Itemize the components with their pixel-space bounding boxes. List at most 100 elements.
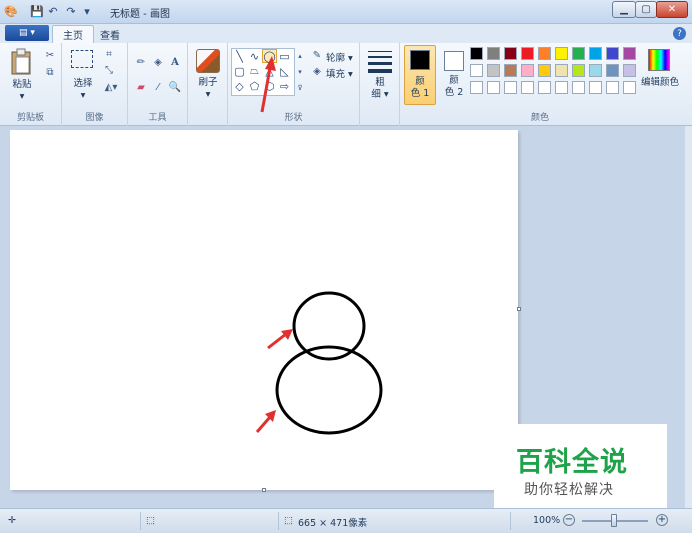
size-button[interactable]: 粗 细 ▾ (366, 47, 394, 103)
eraser-icon[interactable]: ▰ (134, 80, 148, 94)
palette-swatch[interactable] (487, 47, 500, 60)
palette-swatch[interactable] (572, 64, 585, 77)
save-icon[interactable]: 💾 (30, 4, 44, 18)
palette-swatch[interactable] (572, 81, 585, 94)
undo-icon[interactable]: ↶ (46, 4, 60, 18)
fill-bucket-icon[interactable]: ◈ (151, 55, 165, 69)
palette-swatch[interactable] (623, 81, 636, 94)
palette-swatch[interactable] (504, 47, 517, 60)
help-icon[interactable]: ? (673, 27, 686, 40)
palette-swatch[interactable] (555, 47, 568, 60)
paint-app-icon[interactable]: 🎨 (4, 4, 18, 18)
palette-swatch[interactable] (470, 47, 483, 60)
diamond-shape-icon[interactable]: ◇ (232, 79, 247, 93)
brushes-dropdown-icon[interactable]: ▾ (194, 89, 222, 101)
palette-swatch[interactable] (589, 81, 602, 94)
resize-icon[interactable]: ⤡ (102, 63, 116, 77)
line-shape-icon[interactable]: ╲ (232, 49, 247, 63)
edit-colors-icon (648, 49, 670, 71)
palette-swatch[interactable] (606, 81, 619, 94)
curve-shape-icon[interactable]: ∿ (247, 49, 262, 63)
copy-icon[interactable]: ⧉ (43, 65, 57, 79)
palette-swatch[interactable] (504, 81, 517, 94)
palette-swatch[interactable] (572, 47, 585, 60)
redo-icon[interactable]: ↷ (64, 4, 78, 18)
color2-label-2: 色 2 (444, 87, 464, 98)
magnifier-icon[interactable]: 🔍 (168, 80, 182, 94)
select-dropdown-icon[interactable]: ▾ (70, 90, 96, 102)
palette-swatch[interactable] (487, 81, 500, 94)
status-divider (278, 512, 279, 530)
edit-colors-button[interactable]: 编辑颜色 (641, 47, 679, 99)
shapes-more-icon[interactable]: ⊽ (296, 81, 304, 95)
minimize-button[interactable]: ▁ (612, 1, 636, 18)
palette-swatch[interactable] (606, 64, 619, 77)
palette-swatch[interactable] (555, 81, 568, 94)
shapes-scroll-up-icon[interactable]: ▴ (296, 49, 304, 63)
palette-swatch[interactable] (538, 64, 551, 77)
palette-swatch[interactable] (538, 81, 551, 94)
palette-swatch[interactable] (538, 47, 551, 60)
image-group-label: 图像 (85, 113, 104, 123)
outline-icon[interactable]: ✎ (310, 48, 324, 62)
zoom-level: 100% (533, 515, 561, 526)
drawing-canvas[interactable] (10, 130, 518, 490)
fill-button[interactable]: 填充 ▾ (326, 66, 353, 80)
right-triangle-shape-icon[interactable]: ◺ (277, 64, 292, 78)
watermark-title: 百科全说 (516, 447, 628, 478)
palette-swatch[interactable] (589, 47, 602, 60)
tab-home[interactable]: 主页 (52, 25, 94, 43)
zoom-slider-thumb[interactable] (611, 514, 617, 527)
fill-icon[interactable]: ◈ (310, 64, 324, 78)
file-menu-button[interactable]: ▤ ▾ (5, 25, 49, 41)
customize-dropdown-icon[interactable]: ▾ (80, 4, 94, 18)
canvas-resize-handle-right[interactable] (517, 307, 521, 311)
palette-swatch[interactable] (521, 81, 534, 94)
color1-label-1: 颜 (415, 76, 425, 87)
zoom-out-button[interactable]: − (563, 514, 575, 526)
outline-button[interactable]: 轮廓 ▾ (326, 50, 353, 64)
rounded-rect-shape-icon[interactable]: ▢ (232, 64, 247, 78)
text-tool-icon[interactable]: A (168, 55, 182, 69)
hexagon-shape-icon[interactable]: ⬡ (262, 79, 277, 93)
palette-swatch[interactable] (521, 47, 534, 60)
brushes-button[interactable]: 刷子 ▾ (194, 47, 222, 101)
line-width-icon (368, 51, 392, 73)
palette-swatch[interactable] (589, 64, 602, 77)
triangle-shape-icon[interactable]: △ (262, 64, 277, 78)
palette-swatch[interactable] (470, 64, 483, 77)
maximize-button[interactable]: ▢ (635, 1, 657, 18)
status-bar: ✛ ⬚ ⬚ 665 × 471像素 100% − + (0, 508, 692, 533)
palette-swatch[interactable] (606, 47, 619, 60)
rectangle-shape-icon[interactable]: ▭ (277, 49, 292, 63)
arrow-shape-icon[interactable]: ⇨ (277, 79, 292, 93)
select-button[interactable]: 选择 ▾ (70, 48, 96, 102)
palette-swatch[interactable] (623, 47, 636, 60)
palette-swatch[interactable] (555, 64, 568, 77)
paste-dropdown-icon[interactable]: ▾ (8, 91, 36, 103)
rotate-icon[interactable]: ◭▾ (100, 80, 122, 94)
canvas-drawing (255, 291, 383, 435)
shapes-scroll-down-icon[interactable]: ▾ (296, 65, 304, 79)
close-button[interactable]: ✕ (656, 1, 688, 18)
palette-swatch[interactable] (504, 64, 517, 77)
palette-swatch[interactable] (487, 64, 500, 77)
canvas-resize-handle-bottom[interactable] (262, 488, 266, 492)
paste-label: 粘贴 (12, 79, 32, 90)
crop-icon[interactable]: ⌗ (102, 47, 116, 61)
polygon-shape-icon[interactable]: ⏢ (247, 64, 262, 78)
oval-shape-icon[interactable]: ◯ (262, 49, 277, 63)
vertical-scrollbar[interactable] (685, 126, 692, 508)
palette-swatch[interactable] (470, 81, 483, 94)
color2-button[interactable]: 颜 色 2 (440, 45, 468, 105)
pentagon-shape-icon[interactable]: ⬠ (247, 79, 262, 93)
pencil-icon[interactable]: ✏ (134, 55, 148, 69)
tab-view[interactable]: 查看 (90, 25, 130, 43)
color-picker-icon[interactable]: ⁄ (151, 80, 165, 94)
paste-button[interactable]: 粘贴 ▾ (8, 46, 36, 102)
color1-button[interactable]: 颜 色 1 (404, 45, 436, 105)
palette-swatch[interactable] (521, 64, 534, 77)
cut-icon[interactable]: ✂ (43, 48, 57, 62)
palette-swatch[interactable] (623, 64, 636, 77)
zoom-in-button[interactable]: + (656, 514, 668, 526)
